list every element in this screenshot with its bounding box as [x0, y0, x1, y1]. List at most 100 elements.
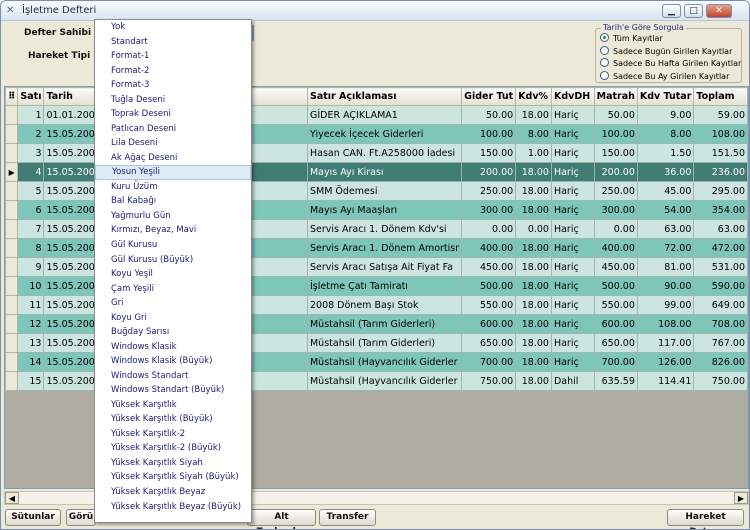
table-cell[interactable]: 18.00	[515, 314, 552, 334]
dropdown-item[interactable]: Yüksek Karşıtlık (Büyük)	[95, 412, 251, 427]
table-cell[interactable]: 18.00	[515, 181, 552, 201]
table-cell[interactable]: 650.00	[461, 333, 517, 353]
table-cell[interactable]: 600.00	[461, 314, 517, 334]
table-cell[interactable]: GİDER AÇIKLAMA1	[306, 105, 463, 125]
scroll-left-arrow-icon[interactable]: ◀	[5, 492, 19, 504]
table-cell[interactable]: Servis Aracı 1. Dönem Amortisr	[306, 238, 463, 258]
dropdown-item[interactable]: Gül Kurusu	[95, 238, 251, 253]
table-cell[interactable]: 700.00	[593, 352, 638, 372]
close-button[interactable]: ✕	[706, 4, 732, 18]
radio-icon[interactable]	[600, 58, 609, 67]
row-indicator[interactable]	[5, 143, 19, 163]
gorunum-button[interactable]: Görü	[66, 509, 96, 526]
table-cell[interactable]: Hariç	[550, 276, 595, 296]
table-cell[interactable]: 9.00	[636, 105, 695, 125]
dropdown-item[interactable]: Yağmurlu Gün	[95, 209, 251, 224]
table-cell[interactable]: 531.00	[693, 257, 748, 277]
dropdown-item[interactable]: Buğday Sarısı	[95, 325, 251, 340]
column-header[interactable]: KdvDH	[550, 87, 595, 106]
dropdown-item[interactable]: Windows Klasik	[95, 340, 251, 355]
table-cell[interactable]: 8	[17, 238, 45, 258]
alt-toplamlar-button[interactable]: Alt Toplamlar	[247, 509, 316, 529]
table-cell[interactable]: Hariç	[550, 238, 595, 258]
table-cell[interactable]: 2008 Dönem Başı Stok	[306, 295, 463, 315]
table-cell[interactable]: 90.00	[636, 276, 695, 296]
table-cell[interactable]: 500.00	[461, 276, 517, 296]
table-cell[interactable]: 126.00	[636, 352, 695, 372]
table-cell[interactable]: Hariç	[550, 314, 595, 334]
dropdown-item[interactable]: Windows Standart (Büyük)	[95, 383, 251, 398]
table-cell[interactable]: 3	[17, 143, 45, 163]
radio-icon[interactable]	[600, 70, 609, 80]
table-cell[interactable]: 100.00	[593, 124, 638, 144]
table-cell[interactable]: 18.00	[515, 238, 552, 258]
table-cell[interactable]: 826.00	[693, 352, 748, 372]
table-cell[interactable]: 295.00	[693, 181, 748, 201]
dropdown-item[interactable]: Format-3	[95, 78, 251, 93]
dropdown-item[interactable]: Yüksek Karşıtlık Siyah	[95, 456, 251, 471]
table-cell[interactable]: 18.00	[515, 295, 552, 315]
table-cell[interactable]: 117.00	[636, 333, 695, 353]
table-cell[interactable]: Mayıs Ayı Maaşları	[306, 200, 463, 220]
table-cell[interactable]: 472.00	[693, 238, 748, 258]
table-cell[interactable]: 72.00	[636, 238, 695, 258]
row-indicator[interactable]	[5, 238, 19, 258]
date-filter-option[interactable]: Sadece Bugün Girilen Kayıtlar	[600, 45, 732, 56]
table-cell[interactable]: 10	[17, 276, 45, 296]
table-cell[interactable]: 0.00	[515, 219, 552, 239]
table-cell[interactable]: 14	[17, 352, 45, 372]
column-header[interactable]: Toplam	[693, 87, 748, 106]
table-cell[interactable]: Dahil	[550, 371, 595, 391]
table-cell[interactable]: Hariç	[550, 181, 595, 201]
table-cell[interactable]: 8.00	[515, 124, 552, 144]
table-cell[interactable]: 108.00	[693, 124, 748, 144]
table-cell[interactable]: 708.00	[693, 314, 748, 334]
dropdown-item[interactable]: Kuru Üzüm	[95, 180, 251, 195]
table-cell[interactable]: Müstahsil (Hayvancılık Giderler	[306, 371, 463, 391]
table-cell[interactable]: 200.00	[593, 162, 638, 182]
row-indicator[interactable]	[5, 314, 19, 334]
row-indicator[interactable]	[5, 371, 19, 391]
table-cell[interactable]: 50.00	[461, 105, 517, 125]
column-header[interactable]: Matrah	[593, 87, 638, 106]
table-cell[interactable]: 590.00	[693, 276, 748, 296]
date-filter-option[interactable]: Sadece Bu Hafta Girilen Kayıtlar	[600, 58, 741, 68]
table-cell[interactable]: 400.00	[593, 238, 638, 258]
date-filter-option[interactable]: Sadece Bu Ay Girilen Kayıtlar	[600, 70, 729, 81]
table-cell[interactable]: 7	[17, 219, 45, 239]
title-bar[interactable]: ✕ İşletme Defteri ▁ □ ✕	[1, 1, 749, 21]
table-cell[interactable]: 550.00	[593, 295, 638, 315]
row-indicator[interactable]	[5, 257, 19, 277]
table-cell[interactable]: 18.00	[515, 371, 552, 391]
table-cell[interactable]: 9	[17, 257, 45, 277]
dropdown-item[interactable]: Format-2	[95, 64, 251, 79]
dropdown-item[interactable]: Standart	[95, 35, 251, 50]
table-cell[interactable]: Hariç	[550, 143, 595, 163]
table-cell[interactable]: 750.00	[693, 371, 748, 391]
table-cell[interactable]: 114.41	[636, 371, 695, 391]
table-cell[interactable]: 18.00	[515, 162, 552, 182]
table-cell[interactable]: 50.00	[593, 105, 638, 125]
table-cell[interactable]: Servis Aracı 1. Dönem Kdv'si	[306, 219, 463, 239]
table-cell[interactable]: Servis Aracı Satışa Ait Fiyat Fa	[306, 257, 463, 277]
table-cell[interactable]: Hariç	[550, 295, 595, 315]
table-cell[interactable]: 2	[17, 124, 45, 144]
table-cell[interactable]: 450.00	[461, 257, 517, 277]
table-cell[interactable]: 150.00	[461, 143, 517, 163]
row-indicator[interactable]	[5, 276, 19, 296]
dropdown-item[interactable]: Gül Kurusu (Büyük)	[95, 253, 251, 268]
minimize-button[interactable]: ▁	[662, 4, 681, 18]
table-cell[interactable]: 81.00	[636, 257, 695, 277]
table-cell[interactable]: 300.00	[593, 200, 638, 220]
dropdown-item[interactable]: Çam Yeşili	[95, 282, 251, 297]
table-cell[interactable]: 18.00	[515, 105, 552, 125]
table-cell[interactable]: 18.00	[515, 200, 552, 220]
hareket-detayi-button[interactable]: Hareket Detayı	[667, 509, 744, 529]
row-indicator[interactable]	[5, 333, 19, 353]
table-cell[interactable]: 18.00	[515, 257, 552, 277]
table-cell[interactable]: 0.00	[593, 219, 638, 239]
table-cell[interactable]: 45.00	[636, 181, 695, 201]
table-cell[interactable]: 63.00	[636, 219, 695, 239]
table-cell[interactable]: 750.00	[461, 371, 517, 391]
row-indicator[interactable]	[5, 200, 19, 220]
